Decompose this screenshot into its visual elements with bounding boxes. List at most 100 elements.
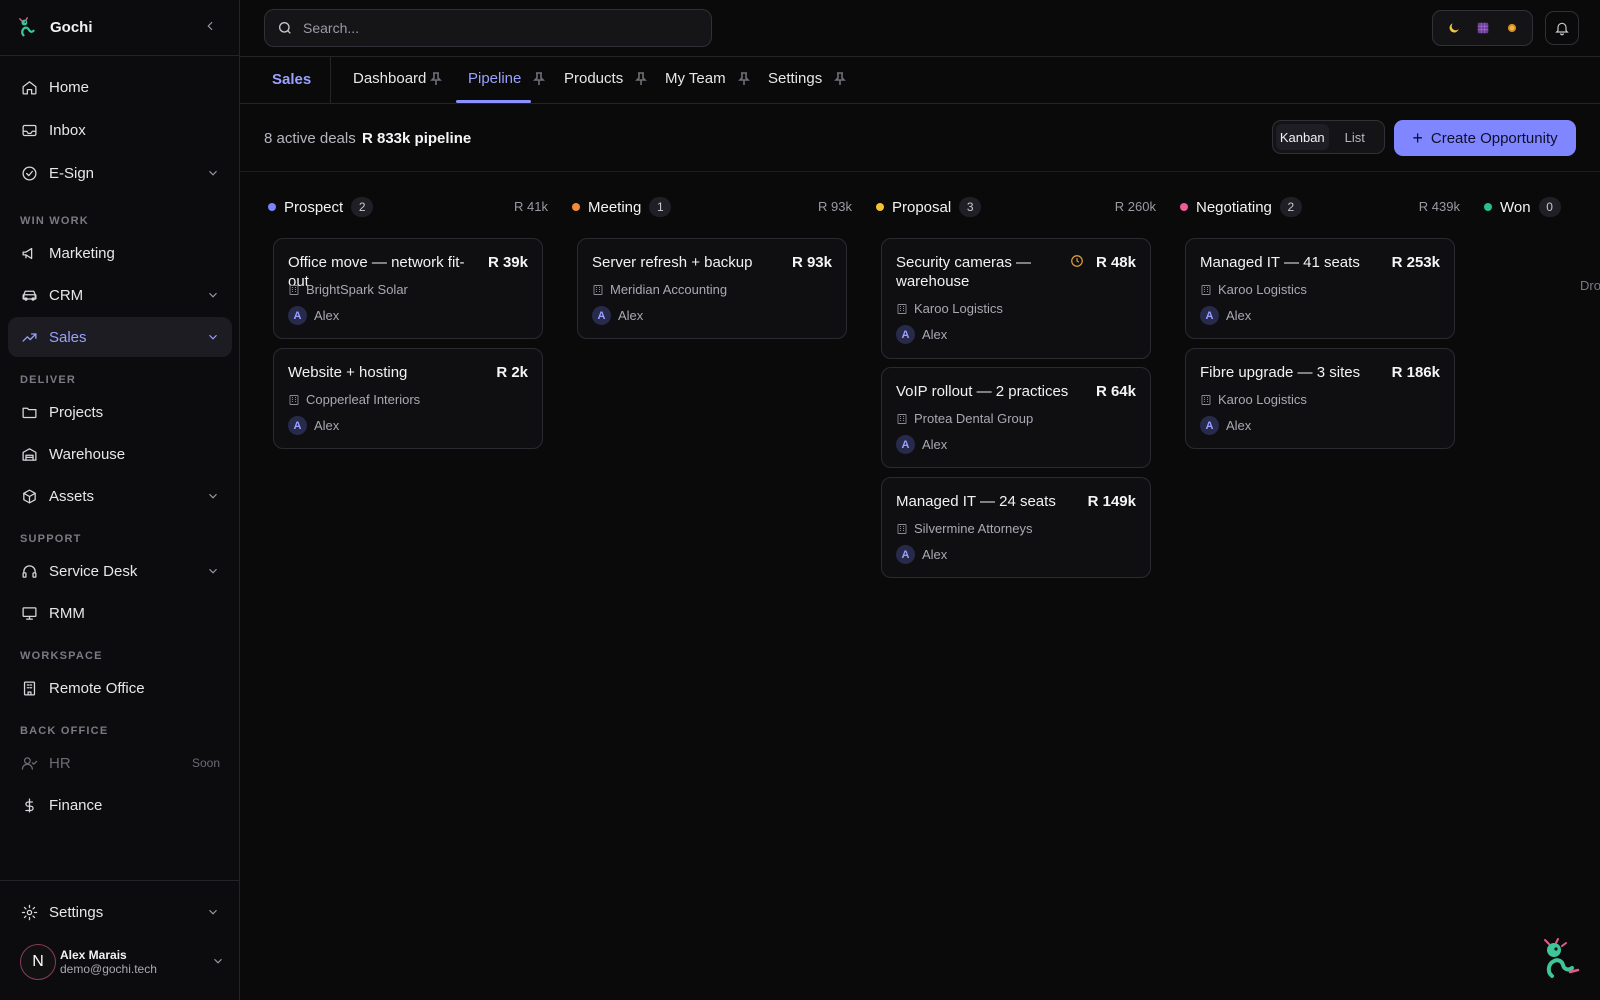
deal-card[interactable]: Office move — network fit-out R 39k Brig… [273, 238, 543, 339]
tab-my-team[interactable]: My Team [665, 70, 726, 87]
deal-title: Server refresh + backup [592, 254, 753, 271]
pin-icon[interactable] [834, 72, 846, 86]
warehouse-icon [20, 445, 38, 463]
collapse-sidebar-button[interactable] [199, 19, 221, 36]
section-label-support: SUPPORT [20, 533, 82, 545]
user-menu[interactable]: N Alex Marais demo@gochi.tech [20, 944, 225, 980]
pin-icon[interactable] [430, 72, 442, 86]
view-kanban-button[interactable]: Kanban [1276, 124, 1329, 150]
deal-owner: A Alex [288, 306, 339, 325]
column-header-prospect: Prospect 2 [268, 196, 374, 218]
company-name: Karoo Logistics [1218, 282, 1307, 297]
moon-icon[interactable] [1442, 16, 1466, 40]
deal-amount: R 2k [496, 364, 528, 381]
pin-icon[interactable] [533, 72, 545, 86]
tab-pipeline[interactable]: Pipeline [468, 70, 521, 87]
building-icon [289, 284, 299, 295]
sidebar-item-label: Sales [49, 328, 87, 346]
deal-card[interactable]: Managed IT — 24 seats R 149k Silvermine … [881, 477, 1151, 578]
car-icon [20, 286, 38, 304]
sidebar-item-projects[interactable]: Projects [8, 392, 232, 432]
section-label-deliver: DELIVER [20, 374, 77, 386]
search-box[interactable] [264, 9, 712, 47]
sidebar-item-crm[interactable]: CRM [8, 275, 232, 315]
deal-card[interactable]: VoIP rollout — 2 practices R 64k Protea … [881, 367, 1151, 468]
deal-card[interactable]: Website + hosting R 2k Copperleaf Interi… [273, 348, 543, 449]
sidebar-item-remote-office[interactable]: Remote Office [8, 668, 232, 708]
deal-card[interactable]: Managed IT — 41 seats R 253k Karoo Logis… [1185, 238, 1455, 339]
pin-icon[interactable] [738, 72, 750, 86]
search-input[interactable] [303, 20, 699, 36]
building-icon [897, 413, 907, 424]
brand: Gochi [0, 0, 239, 56]
user-check-icon [20, 754, 38, 772]
column-header-negotiating: Negotiating 2 [1180, 196, 1302, 218]
company-name: BrightSpark Solar [306, 282, 408, 297]
deal-company: Karoo Logistics [896, 301, 1003, 316]
avatar: A [896, 545, 915, 564]
app-name: Gochi [50, 19, 93, 36]
sidebar-item-finance[interactable]: Finance [8, 785, 232, 825]
deal-title: Security cameras — warehouse [896, 254, 1032, 290]
tab-products[interactable]: Products [564, 70, 623, 87]
deal-owner: A Alex [1200, 416, 1251, 435]
sidebar-item-marketing[interactable]: Marketing [8, 233, 232, 273]
deal-card[interactable]: Security cameras — warehouse R 48k Karoo… [881, 238, 1151, 359]
deal-owner: A Alex [896, 435, 947, 454]
grid-theme-icon[interactable] [1471, 16, 1495, 40]
column-header-meeting: Meeting 1 [572, 196, 672, 218]
sidebar-item-esign[interactable]: E-Sign [8, 153, 232, 193]
bell-icon [1555, 22, 1569, 36]
create-opportunity-label: Create Opportunity [1430, 129, 1558, 147]
soon-badge: Soon [191, 756, 220, 770]
owner-name: Alex [314, 418, 340, 433]
divider [330, 57, 331, 103]
gochi-mascot-icon[interactable] [1542, 938, 1582, 980]
column-total: R 260k [1114, 199, 1156, 214]
sidebar-item-label: Finance [49, 796, 103, 814]
sidebar-item-assets[interactable]: Assets [8, 476, 232, 516]
owner-name: Alex [314, 308, 340, 323]
deal-card[interactable]: Server refresh + backup R 93k Meridian A… [577, 238, 847, 339]
sidebar-item-inbox[interactable]: Inbox [8, 110, 232, 150]
deal-card[interactable]: Fibre upgrade — 3 sites R 186k Karoo Log… [1185, 348, 1455, 449]
sidebar: Gochi Home Inbox E-Sign WIN WORK Marketi… [0, 0, 240, 1000]
sidebar-item-rmm[interactable]: RMM [8, 593, 232, 633]
sidebar-item-warehouse[interactable]: Warehouse [8, 434, 232, 474]
plus-icon: + [1412, 128, 1423, 148]
pin-icon[interactable] [635, 72, 647, 86]
deal-title: Fibre upgrade — 3 sites [1200, 364, 1361, 381]
owner-name: Alex [1226, 308, 1252, 323]
create-opportunity-button[interactable]: + Create Opportunity [1394, 120, 1576, 156]
sidebar-item-sales[interactable]: Sales [8, 317, 232, 357]
column-name: Won [1500, 198, 1531, 216]
clock-icon [1070, 254, 1084, 268]
dollar-icon [20, 796, 38, 814]
deal-title: Managed IT — 24 seats [896, 493, 1056, 510]
section-label-back-office: BACK OFFICE [20, 725, 109, 737]
chevron-down-icon [206, 330, 220, 344]
tab-dashboard[interactable]: Dashboard [353, 70, 426, 87]
status-dot [1484, 203, 1492, 211]
column-count-badge: 1 [649, 197, 672, 217]
sidebar-item-label: Inbox [49, 121, 86, 139]
avatar: A [288, 306, 307, 325]
box-icon [20, 487, 38, 505]
sidebar-item-settings[interactable]: Settings [8, 892, 232, 932]
sidebar-item-home[interactable]: Home [8, 67, 232, 107]
view-list-button[interactable]: List [1329, 124, 1382, 150]
company-name: Silvermine Attorneys [914, 521, 1033, 536]
view-toggle: Kanban List [1272, 120, 1385, 154]
deal-company: Silvermine Attorneys [896, 521, 1033, 536]
sidebar-item-service-desk[interactable]: Service Desk [8, 551, 232, 591]
deal-owner: A Alex [592, 306, 643, 325]
deal-owner: A Alex [1200, 306, 1251, 325]
user-info: Alex Marais demo@gochi.tech [60, 948, 211, 976]
section-label-win-work: WIN WORK [20, 215, 89, 227]
tab-settings[interactable]: Settings [768, 70, 822, 87]
sun-icon[interactable] [1500, 16, 1524, 40]
status-dot [1180, 203, 1188, 211]
notifications-button[interactable] [1545, 11, 1579, 45]
deal-title: Managed IT — 41 seats [1200, 254, 1360, 271]
section-label-workspace: WORKSPACE [20, 650, 103, 662]
